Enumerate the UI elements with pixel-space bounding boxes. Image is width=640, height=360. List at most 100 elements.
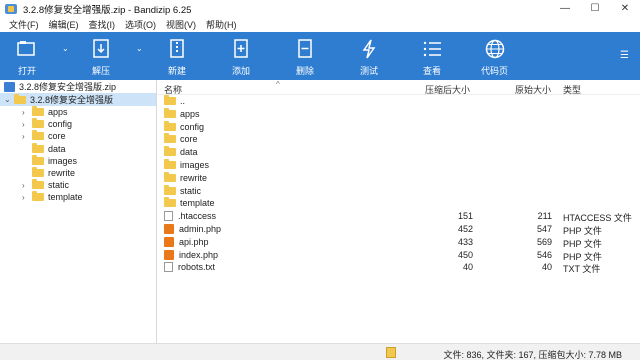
list-item[interactable]: admin.php 452 547 PHP 文件	[158, 223, 640, 236]
menu-file[interactable]: 文件(F)	[4, 18, 44, 31]
toolbar-menu-icon[interactable]: ☰	[620, 50, 629, 61]
view-label: 查看	[422, 66, 441, 76]
zip-archive-icon	[4, 81, 15, 92]
open-dropdown-chevron-icon[interactable]: ⌄	[62, 44, 69, 53]
tree-item-apps[interactable]: › apps	[0, 106, 156, 118]
menu-help[interactable]: 帮助(H)	[201, 18, 242, 31]
add-button[interactable]: 添加	[230, 32, 252, 80]
menu-options[interactable]: 选项(O)	[120, 18, 161, 31]
compressed-size: 433	[457, 236, 473, 247]
minimize-button[interactable]: —	[550, 0, 580, 17]
tree-item-template[interactable]: › template	[0, 191, 156, 203]
menu-find[interactable]: 查找(I)	[84, 18, 121, 31]
list-item[interactable]: api.php 433 569 PHP 文件	[158, 236, 640, 249]
folder-icon	[32, 118, 44, 129]
list-item-name: core	[164, 133, 198, 145]
view-button[interactable]: 查看	[421, 32, 443, 80]
list-item-name: api.php	[164, 236, 209, 247]
menu-edit[interactable]: 编辑(E)	[44, 18, 84, 31]
codepage-button[interactable]: 代码页	[481, 32, 508, 80]
chevron-down-icon[interactable]: ⌄	[4, 95, 14, 104]
compressed-size: 452	[457, 223, 473, 234]
menu-view[interactable]: 视图(V)	[161, 18, 201, 31]
tree-item-label: static	[48, 180, 70, 191]
folder-tree: 3.2.8修复安全增强版.zip ⌄ 3.2.8修复安全增强版 › apps › c…	[0, 80, 157, 343]
list-item-name: admin.php	[164, 223, 221, 234]
text-file-icon	[164, 262, 173, 273]
tree-item-rewrite[interactable]: rewrite	[0, 167, 156, 179]
delete-button[interactable]: 删除	[294, 32, 316, 80]
list-item-name: .htaccess	[164, 211, 216, 222]
tree-root-archive[interactable]: 3.2.8修复安全增强版.zip	[0, 80, 156, 93]
chevron-right-icon[interactable]: ›	[22, 108, 32, 117]
extract-dropdown-chevron-icon[interactable]: ⌄	[136, 44, 143, 53]
chevron-right-icon[interactable]: ›	[22, 193, 32, 202]
list-item[interactable]: data	[158, 146, 640, 159]
compressed-size: 40	[462, 262, 473, 273]
folder-icon	[164, 158, 176, 169]
list-item-name: robots.txt	[164, 262, 215, 273]
folder-icon	[164, 95, 176, 105]
folder-icon	[32, 154, 44, 165]
window-title: 3.2.8修复安全增强版.zip - Bandizip 6.25	[23, 4, 192, 16]
list-item[interactable]: config	[158, 120, 640, 134]
file-name: apps	[180, 108, 200, 119]
folder-icon	[32, 106, 44, 117]
open-button[interactable]: 打开	[16, 32, 38, 80]
list-item-name: apps	[164, 107, 200, 119]
list-item[interactable]: rewrite	[158, 171, 640, 185]
tree-item-label: images	[48, 155, 78, 166]
list-item[interactable]: template	[158, 197, 640, 210]
tree-item-core[interactable]: › core	[0, 130, 156, 142]
list-header: 名称 ^ 压缩后大小 原始大小 类型	[158, 80, 640, 95]
menu-bar: 文件(F) 编辑(E) 查找(I) 选项(O) 视图(V) 帮助(H)	[0, 17, 640, 32]
new-button[interactable]: 新建	[166, 32, 188, 80]
tree-selected-folder[interactable]: ⌄ 3.2.8修复安全增强版	[0, 93, 156, 106]
chevron-right-icon[interactable]: ›	[22, 132, 32, 141]
folder-icon	[164, 197, 176, 208]
file-name: static	[180, 185, 202, 196]
folder-icon	[164, 120, 176, 131]
list-item[interactable]: images	[158, 158, 640, 172]
file-name: rewrite	[180, 172, 208, 183]
list-item[interactable]: .htaccess 151 211 HTACCESS 文件	[158, 210, 640, 223]
open-label: 打开	[17, 66, 36, 76]
tree-item-static[interactable]: › static	[0, 179, 156, 191]
toolbar: 打开 ⌄ 解压 ⌄ 新建 添加 删除 测试 查看 代码页 ☰	[0, 32, 640, 80]
chevron-right-icon[interactable]: ›	[22, 120, 32, 129]
original-size: 211	[537, 211, 552, 222]
close-button[interactable]: ✕	[610, 0, 640, 17]
file-name: ..	[180, 96, 186, 106]
list-item[interactable]: apps	[158, 107, 640, 121]
file-name: core	[180, 134, 198, 145]
new-label: 新建	[167, 66, 186, 76]
maximize-button[interactable]: ☐	[580, 0, 610, 17]
delete-label: 删除	[295, 66, 314, 76]
status-text: 文件: 836, 文件夹: 167, 压缩包大小: 7.78 MB	[443, 350, 622, 360]
add-file-icon	[230, 38, 252, 60]
list-item[interactable]: core	[158, 133, 640, 146]
tree-item-data[interactable]: data	[0, 142, 156, 155]
list-view-icon	[421, 38, 443, 60]
list-item[interactable]: ..	[158, 95, 640, 108]
folder-icon	[164, 107, 176, 118]
tree-item-config[interactable]: › config	[0, 118, 156, 130]
original-size: 547	[536, 223, 552, 234]
file-name: template	[180, 198, 215, 209]
list-item-name: ..	[164, 95, 186, 106]
original-size: 40	[541, 262, 552, 273]
original-size: 569	[536, 236, 552, 247]
list-item[interactable]: static	[158, 184, 640, 198]
extract-button[interactable]: 解压	[90, 32, 112, 80]
status-bar: 文件: 836, 文件夹: 167, 压缩包大小: 7.78 MB	[0, 343, 640, 360]
list-item[interactable]: robots.txt 40 40 TXT 文件	[158, 261, 640, 274]
globe-icon	[484, 38, 506, 60]
codepage-label: 代码页	[481, 66, 509, 76]
folder-icon	[32, 179, 44, 190]
list-item[interactable]: index.php 450 546 PHP 文件	[158, 249, 640, 262]
open-icon	[16, 38, 38, 60]
chevron-right-icon[interactable]: ›	[22, 181, 32, 190]
bandizip-app-icon	[5, 3, 17, 14]
test-button[interactable]: 测试	[358, 32, 380, 80]
tree-item-images[interactable]: images	[0, 154, 156, 167]
